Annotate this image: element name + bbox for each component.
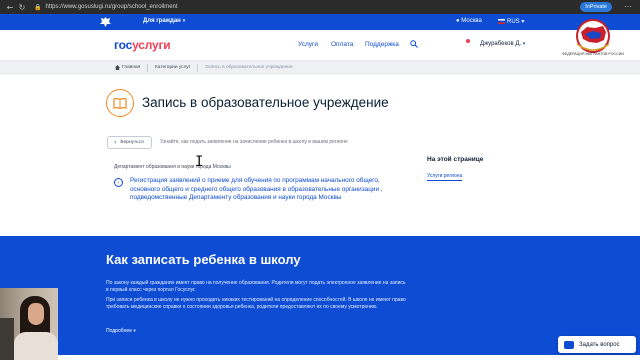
- language-label: RUS: [507, 19, 520, 25]
- breadcrumb: Главная Категории услуг Запись в образов…: [0, 61, 640, 75]
- nav-payment[interactable]: Оплата: [331, 41, 353, 48]
- gov-top-bar: Для граждан ▾ ● Москва RUS ▾: [0, 14, 640, 30]
- text-cursor-icon: I: [195, 154, 204, 170]
- browser-toolbar: ← ↻ 🔒 https://www.gosuslugi.ru/group/sch…: [0, 0, 640, 14]
- webcam-chair: [0, 318, 14, 360]
- breadcrumb-home[interactable]: Главная: [122, 65, 140, 70]
- for-citizens-menu[interactable]: Для граждан ▾: [143, 18, 185, 24]
- russian-flag-icon: [498, 18, 505, 24]
- chevron-down-icon: ▾: [182, 18, 186, 24]
- gosuslugi-logo[interactable]: госуслуги: [114, 38, 171, 52]
- page-title: Запись в образовательное учреждение: [142, 95, 389, 110]
- regional-services-link[interactable]: Услуги региона: [427, 173, 463, 181]
- language-selector[interactable]: RUS ▾: [498, 18, 524, 25]
- back-button[interactable]: ‹ Вернуться: [107, 136, 152, 149]
- webcam-overlay: [0, 288, 58, 360]
- chevron-right-circle-icon[interactable]: ›: [114, 178, 123, 187]
- read-more-label: Подробнее: [106, 328, 132, 334]
- breadcrumb-current: Запись в образовательное учреждение: [205, 65, 293, 70]
- back-arrow-icon[interactable]: ←: [4, 3, 16, 12]
- breadcrumb-categories[interactable]: Категории услуг: [155, 65, 191, 70]
- back-button-label: Вернуться: [120, 140, 144, 145]
- more-options-icon[interactable]: ⋯: [624, 2, 632, 11]
- home-icon[interactable]: [115, 65, 120, 70]
- department-name: Департамент образования и науки города М…: [114, 164, 231, 170]
- city-selector[interactable]: ● Москва: [456, 18, 482, 24]
- info-section-title: Как записать ребенка в школу: [106, 252, 301, 267]
- chevron-down-icon: ▾: [522, 41, 526, 47]
- breadcrumb-divider: [197, 64, 198, 72]
- refresh-icon[interactable]: ↻: [16, 3, 28, 12]
- logo-part-gos: гос: [114, 38, 133, 52]
- for-citizens-label: Для граждан: [143, 18, 181, 24]
- info-paragraph-1: По закону каждый гражданин имеет право н…: [106, 280, 406, 293]
- site-header: госуслуги Услуги Оплата Поддержка Джураб…: [0, 30, 640, 61]
- book-icon: [106, 89, 134, 117]
- coat-of-arms-icon: [100, 17, 111, 27]
- section-divider: [0, 355, 640, 360]
- webcam-person-shirt: [14, 332, 58, 360]
- inprivate-badge[interactable]: InPrivate: [580, 2, 612, 12]
- registration-service-link[interactable]: Регистрация заявлений о приеме для обуче…: [130, 177, 400, 203]
- logo-part-uslugi: услуги: [132, 38, 171, 52]
- info-paragraph-2: При записи ребенка в школу не нужно прох…: [106, 297, 406, 310]
- nav-services[interactable]: Услуги: [298, 41, 318, 48]
- webcam-person-face: [28, 303, 44, 325]
- page-subtitle: Узнайте, как подать заявление на зачисле…: [160, 139, 348, 145]
- ask-question-label: Задать вопрос: [579, 341, 620, 348]
- read-more-link[interactable]: Подробнее ▾: [106, 328, 136, 334]
- chat-bubble-icon: [564, 340, 574, 349]
- search-icon[interactable]: [410, 40, 418, 48]
- chevron-left-icon: ‹: [114, 139, 117, 146]
- city-label: Москва: [461, 18, 482, 24]
- federation-caption: ФЕДЕРАЦИЯ МИГРАНТОВ РОССИИ: [562, 52, 624, 56]
- notification-dot-icon[interactable]: [466, 39, 470, 43]
- chevron-down-icon: ▾: [133, 329, 136, 334]
- ask-question-button[interactable]: Задать вопрос: [558, 336, 636, 353]
- nav-support[interactable]: Поддержка: [365, 41, 399, 48]
- user-name: Джурабеков Д.: [480, 41, 522, 47]
- address-bar[interactable]: https://www.gosuslugi.ru/group/school_en…: [45, 4, 177, 10]
- on-this-page-title: На этой странице: [427, 156, 484, 163]
- user-menu[interactable]: Джурабеков Д. ▾: [480, 41, 525, 47]
- open-book-icon: [113, 98, 127, 109]
- breadcrumb-divider: [147, 64, 148, 72]
- federation-emblem-icon: [576, 19, 610, 53]
- lock-icon: 🔒: [34, 3, 42, 11]
